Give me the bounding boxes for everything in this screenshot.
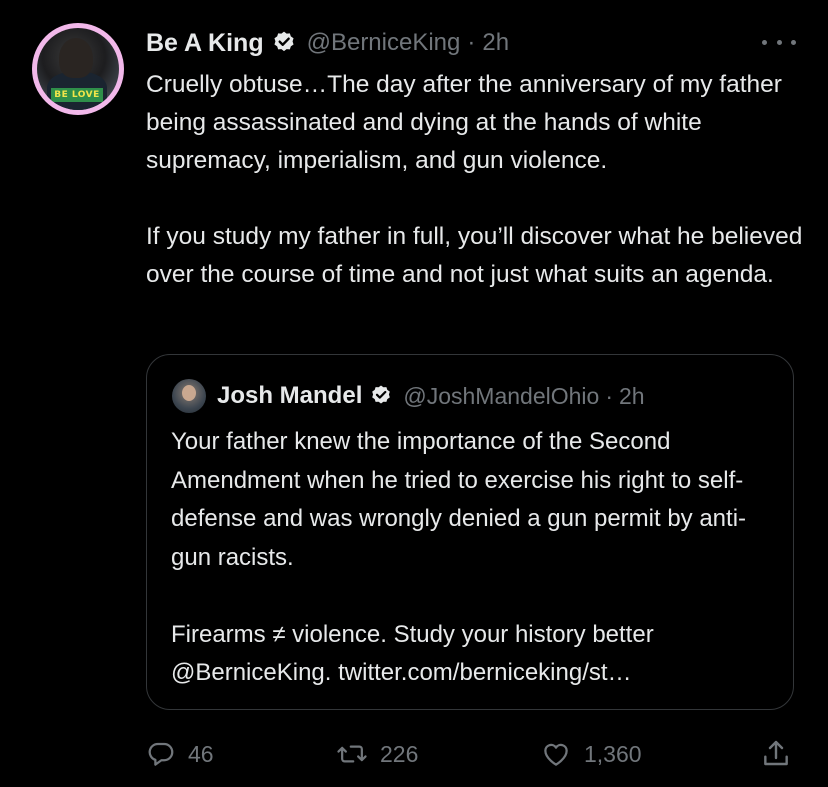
quoted-tweet-card[interactable]: Josh Mandel @JoshMandelOhio · 2h Your fa… bbox=[146, 354, 794, 710]
action-bar: 46 226 1,360 bbox=[146, 734, 796, 774]
retweet-button[interactable]: 226 bbox=[336, 734, 418, 774]
verified-badge-icon bbox=[369, 384, 393, 408]
quoted-tweet-header: Josh Mandel @JoshMandelOhio · 2h bbox=[217, 381, 645, 411]
more-dot bbox=[776, 39, 782, 45]
tweet-timestamp[interactable]: 2h bbox=[482, 29, 509, 57]
quoted-paragraph: Your father knew the importance of the S… bbox=[171, 428, 747, 571]
more-options-icon[interactable] bbox=[762, 32, 796, 52]
avatar-badge-text: BE LOVE bbox=[51, 88, 103, 102]
reply-count: 46 bbox=[188, 740, 214, 767]
more-dot bbox=[791, 39, 796, 45]
avatar-photo: BE LOVE bbox=[37, 28, 119, 110]
quoted-tweet-timestamp[interactable]: 2h bbox=[619, 383, 645, 410]
tweet-text: Cruelly obtuse…The day after the anniver… bbox=[146, 66, 806, 294]
heart-icon bbox=[540, 739, 572, 769]
quoted-tweet-text: Your father knew the importance of the S… bbox=[171, 423, 771, 693]
retweet-icon bbox=[336, 739, 368, 769]
tweet-paragraph: If you study my father in full, you’ll d… bbox=[146, 223, 803, 288]
header-separator: · bbox=[467, 29, 476, 56]
tweet-header: Be A King @BerniceKing · 2h bbox=[146, 28, 509, 58]
share-icon bbox=[760, 738, 792, 770]
quoted-author-name[interactable]: Josh Mandel bbox=[217, 382, 362, 410]
tweet-paragraph: Cruelly obtuse…The day after the anniver… bbox=[146, 71, 782, 174]
like-count: 1,360 bbox=[584, 740, 642, 767]
author-avatar[interactable]: BE LOVE bbox=[32, 23, 124, 115]
quoted-avatar-face bbox=[182, 385, 196, 401]
quoted-header-separator: · bbox=[605, 382, 613, 409]
quoted-author-handle[interactable]: @JoshMandelOhio bbox=[403, 383, 599, 410]
author-handle[interactable]: @BerniceKing bbox=[307, 29, 461, 57]
author-name[interactable]: Be A King bbox=[146, 29, 264, 58]
quoted-paragraph: Firearms ≠ violence. Study your history … bbox=[171, 620, 654, 687]
share-button[interactable] bbox=[760, 734, 792, 774]
verified-badge-icon bbox=[271, 30, 297, 56]
reply-icon bbox=[146, 739, 176, 769]
quoted-author-avatar[interactable] bbox=[172, 379, 206, 413]
retweet-count: 226 bbox=[380, 740, 419, 767]
reply-button[interactable]: 46 bbox=[146, 734, 214, 774]
like-button[interactable]: 1,360 bbox=[540, 734, 642, 774]
tweet: BE LOVE Be A King @BerniceKing · 2h Crue… bbox=[0, 0, 828, 787]
avatar-person bbox=[59, 38, 93, 78]
more-dot bbox=[762, 39, 767, 45]
